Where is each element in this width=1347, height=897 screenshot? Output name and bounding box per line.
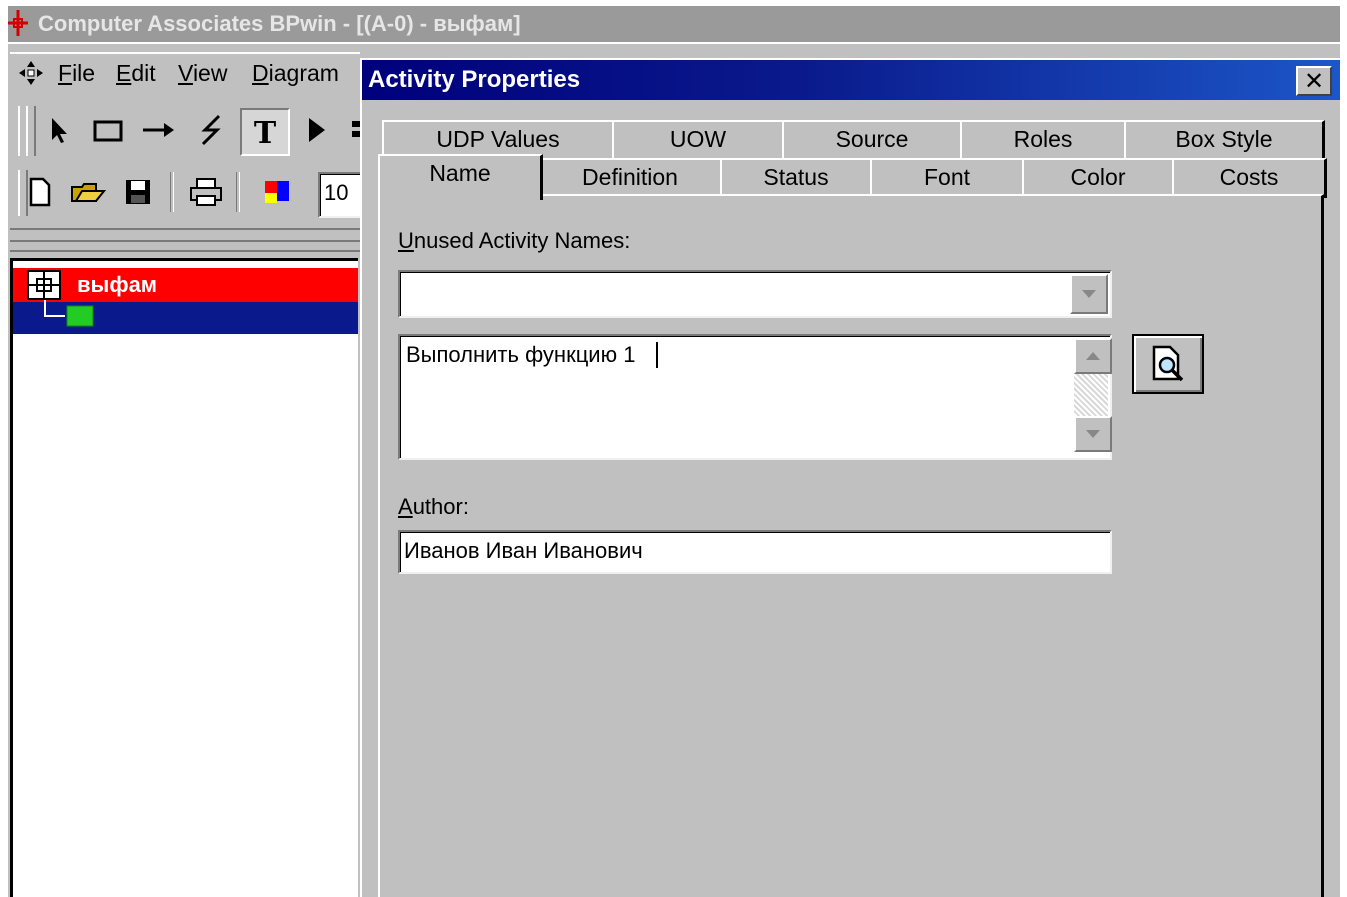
close-icon: ✕	[1303, 67, 1325, 95]
dialog-title: Activity Properties	[368, 66, 581, 93]
tree-branch-icon	[44, 300, 94, 327]
activity-node-icon	[27, 270, 61, 300]
tab-definition[interactable]: Definition	[538, 158, 723, 198]
print-icon	[190, 178, 222, 206]
standard-toolbar: 10	[10, 164, 366, 224]
arrow-up-icon	[1086, 352, 1100, 360]
bpwin-app-icon	[8, 10, 28, 36]
tab-label: UOW	[669, 126, 727, 152]
play-button[interactable]	[296, 110, 336, 150]
unused-names-combo[interactable]	[398, 270, 1112, 318]
toolbar-separator	[236, 172, 240, 212]
dialog-title-bar[interactable]: Activity Properties	[362, 60, 1340, 100]
text-tool-icon: T	[254, 116, 277, 148]
toolbar-separator	[170, 172, 174, 212]
open-button[interactable]	[68, 172, 108, 212]
tab-uow[interactable]: UOW	[612, 120, 785, 162]
tab-color[interactable]: Color	[1022, 158, 1175, 198]
print-button[interactable]	[186, 172, 226, 212]
browse-names-button[interactable]	[1132, 334, 1204, 394]
activity-name-textarea[interactable]: Выполнить функцию 1	[398, 334, 1112, 460]
box-tool-icon	[93, 120, 123, 142]
hidden-tool-icon	[352, 121, 360, 137]
menu-edit[interactable]: Edit	[116, 60, 156, 87]
scroll-down-button[interactable]	[1074, 416, 1112, 452]
tree-item-root[interactable]: выфам	[13, 268, 358, 302]
play-icon	[309, 118, 325, 142]
color-palette-icon	[265, 181, 289, 203]
tab-font[interactable]: Font	[870, 158, 1025, 198]
squiggle-tool-icon	[201, 114, 221, 146]
author-value: Иванов Иван Иванович	[404, 538, 643, 563]
menu-view[interactable]: View	[178, 60, 227, 87]
new-doc-icon	[29, 177, 51, 207]
squiggle-tool-button[interactable]	[192, 110, 232, 150]
app-title: Computer Associates BPwin - [(A-0) - выф…	[38, 11, 521, 36]
author-field[interactable]: Иванов Иван Иванович	[398, 530, 1112, 574]
model-tree[interactable]	[10, 258, 358, 897]
author-label: Author:	[398, 494, 469, 519]
new-button[interactable]	[20, 172, 60, 212]
tab-label: Box Style	[1175, 126, 1273, 152]
vertical-scrollbar[interactable]	[1074, 338, 1112, 452]
tools-toolbar: T	[10, 100, 360, 162]
tab-label: UDP Values	[436, 126, 560, 152]
tab-source[interactable]: Source	[782, 120, 963, 162]
scroll-up-button[interactable]	[1074, 338, 1112, 374]
box-tool-button[interactable]	[88, 110, 128, 150]
tab-label: Font	[923, 164, 971, 190]
zoom-value: 10	[324, 180, 349, 205]
toolbar-grip[interactable]	[26, 106, 36, 156]
tab-costs[interactable]: Costs	[1172, 158, 1327, 198]
next-tool-button[interactable]	[332, 110, 360, 150]
tab-status[interactable]: Status	[720, 158, 873, 198]
tab-label: Name	[429, 160, 491, 186]
save-icon	[126, 180, 150, 204]
open-folder-icon	[71, 183, 106, 202]
combo-dropdown-button[interactable]	[1070, 274, 1108, 314]
dialog-close-button[interactable]: ✕	[1296, 66, 1332, 96]
tab-label: Roles	[1013, 126, 1073, 152]
tree-root-label: выфам	[77, 272, 158, 297]
dock-divider	[10, 228, 360, 230]
tab-label: Color	[1070, 164, 1126, 190]
arrow-tool-button[interactable]	[138, 110, 178, 150]
tab-label: Costs	[1219, 164, 1279, 190]
tab-label: Definition	[582, 164, 678, 190]
tab-box-style[interactable]: Box Style	[1124, 120, 1325, 162]
system-menu-icon[interactable]	[16, 58, 46, 88]
tab-label: Source	[835, 126, 909, 152]
menu-diagram[interactable]: Diagram	[252, 60, 339, 87]
tree-item-child[interactable]	[13, 300, 358, 334]
unused-names-label: Unused Activity Names:	[398, 228, 631, 253]
pointer-tool-button[interactable]	[40, 110, 80, 150]
dock-divider	[10, 250, 360, 252]
tab-name[interactable]: Name	[378, 154, 543, 200]
text-caret	[656, 342, 658, 368]
text-tool-button[interactable]: T	[240, 108, 290, 156]
pointer-icon	[52, 118, 67, 143]
menubar: File Edit View Diagram	[10, 52, 360, 96]
menu-file[interactable]: File	[58, 60, 95, 87]
save-button[interactable]	[118, 172, 158, 212]
arrow-down-icon	[1086, 430, 1100, 438]
chevron-down-icon	[1082, 290, 1096, 298]
svg-text:T: T	[254, 116, 277, 148]
tab-label: Status	[763, 164, 829, 190]
tab-roles[interactable]: Roles	[960, 120, 1127, 162]
activity-name-text: Выполнить функцию 1	[406, 342, 636, 367]
zoom-field[interactable]: 10	[318, 172, 366, 218]
dock-divider	[10, 240, 360, 242]
app-title-bar[interactable]: Computer Associates BPwin - [(A-0) - выф…	[8, 6, 1340, 42]
magnifier-document-icon	[1152, 345, 1184, 382]
arrow-tool-icon	[143, 123, 174, 137]
color-button[interactable]	[258, 172, 298, 212]
